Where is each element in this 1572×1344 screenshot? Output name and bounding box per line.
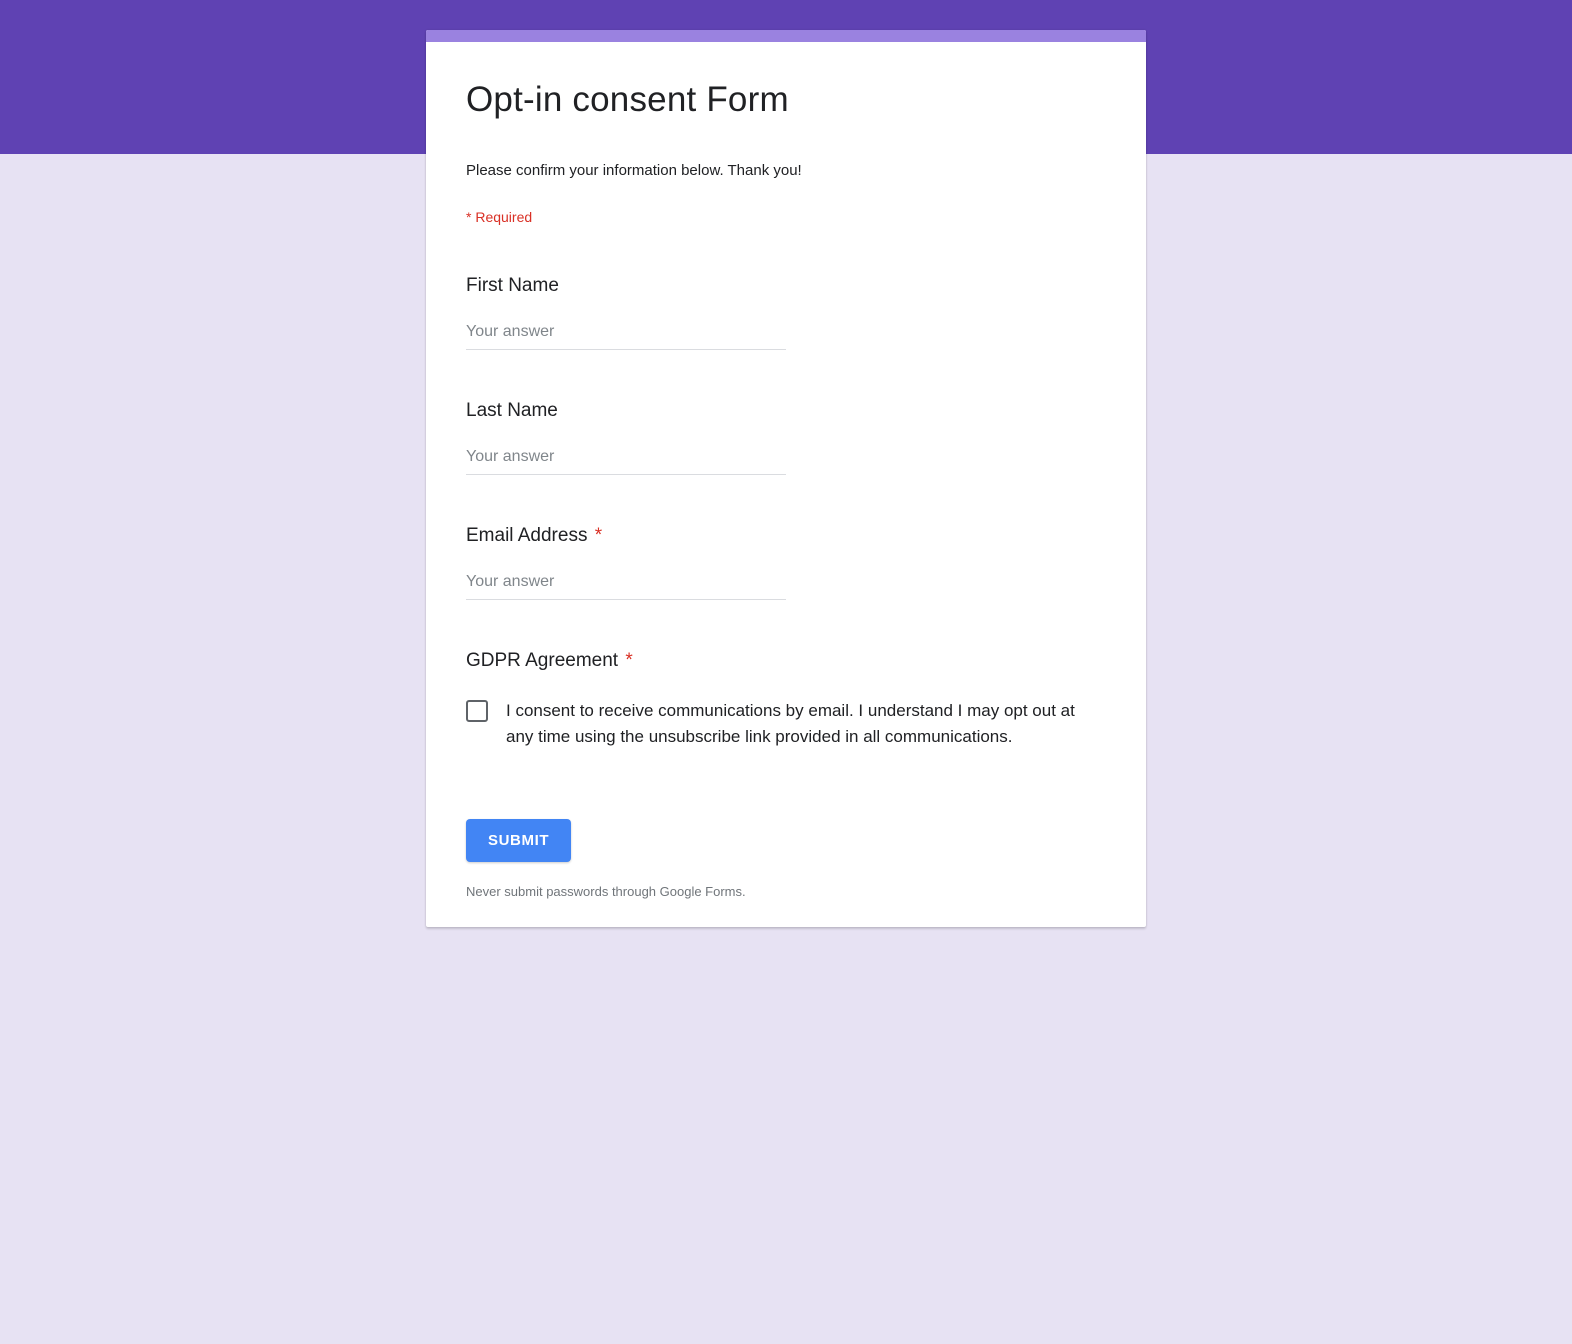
- submit-button[interactable]: SUBMIT: [466, 819, 571, 862]
- form-description: Please confirm your information below. T…: [466, 162, 1106, 179]
- footer-note: Never submit passwords through Google Fo…: [466, 884, 1106, 899]
- question-label-gdpr: GDPR Agreement *: [466, 650, 1106, 672]
- submit-row: SUBMIT: [466, 819, 1106, 862]
- first-name-input[interactable]: [466, 319, 786, 350]
- question-last-name: Last Name: [466, 400, 1106, 475]
- question-gdpr: GDPR Agreement * I consent to receive co…: [466, 650, 1106, 749]
- question-email: Email Address *: [466, 525, 1106, 600]
- form-card: Opt-in consent Form Please confirm your …: [426, 30, 1146, 927]
- gdpr-option-row: I consent to receive communications by e…: [466, 698, 1106, 749]
- page-container: Opt-in consent Form Please confirm your …: [197, 0, 1376, 927]
- last-name-input[interactable]: [466, 444, 786, 475]
- question-label-email: Email Address *: [466, 525, 1106, 547]
- email-input[interactable]: [466, 569, 786, 600]
- gdpr-consent-checkbox[interactable]: [466, 700, 488, 722]
- card-accent-bar: [426, 30, 1146, 42]
- email-label-text: Email Address: [466, 525, 587, 546]
- required-asterisk-icon: *: [595, 525, 602, 546]
- gdpr-consent-label: I consent to receive communications by e…: [506, 698, 1106, 749]
- card-body: Opt-in consent Form Please confirm your …: [426, 42, 1146, 927]
- gdpr-label-text: GDPR Agreement: [466, 650, 618, 671]
- required-asterisk-icon: *: [625, 650, 632, 671]
- question-label-last-name: Last Name: [466, 400, 1106, 422]
- question-first-name: First Name: [466, 275, 1106, 350]
- form-title: Opt-in consent Form: [466, 80, 1106, 120]
- required-note: * Required: [466, 209, 1106, 225]
- question-label-first-name: First Name: [466, 275, 1106, 297]
